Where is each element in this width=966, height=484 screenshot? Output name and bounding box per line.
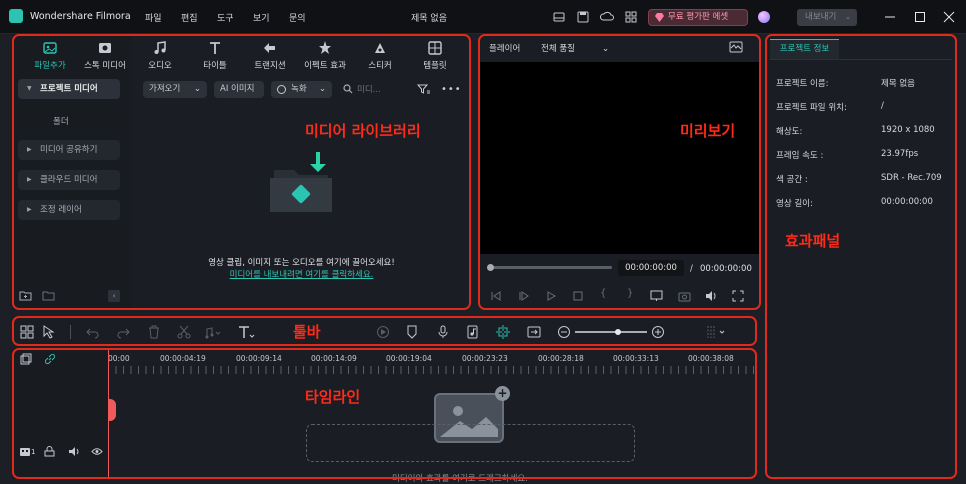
minimize-icon[interactable] [884,11,896,23]
effects-panel-highlight [765,34,957,479]
maximize-icon[interactable] [914,11,926,23]
annotation-preview: 미리보기 [680,122,736,140]
document-title: 제목 없음 [411,14,447,24]
export-button[interactable]: 내보내기 ⌄ [797,9,857,26]
menu-view[interactable]: 보기 [253,11,270,24]
media-library-highlight [12,34,471,310]
cloud-upload-icon[interactable] [600,10,614,24]
close-icon[interactable] [943,11,955,23]
avatar[interactable] [758,11,770,23]
grid-apps-icon[interactable] [624,10,638,24]
toolbar-highlight [12,316,757,346]
annotation-media-library: 미디어 라이브러리 [305,122,421,140]
gem-icon [654,12,665,23]
annotation-timeline: 타임라인 [305,388,361,406]
menu-tools[interactable]: 도구 [217,11,234,24]
free-trial-assets-button[interactable]: 무료 평가판 에셋 [648,9,748,26]
export-label: 내보내기 [805,12,837,22]
save-icon[interactable] [576,10,590,24]
free-trial-assets-label: 무료 평가판 에셋 [668,12,729,22]
layout-icon[interactable] [552,10,566,24]
chevron-down-icon: ⌄ [845,13,851,21]
filmora-logo-icon [9,9,23,23]
app-name: Wondershare Filmora [30,11,131,22]
annotation-toolbar: 툴바 [293,323,321,341]
menu-edit[interactable]: 편집 [181,11,198,24]
menu-help[interactable]: 문의 [289,11,306,24]
preview-highlight [478,34,761,310]
menu-file[interactable]: 파일 [145,11,162,24]
title-bar: Wondershare Filmora 파일 편집 도구 보기 문의 제목 없음… [0,0,966,34]
annotation-effects-panel: 효과패널 [785,232,841,250]
timeline-highlight [12,348,757,479]
